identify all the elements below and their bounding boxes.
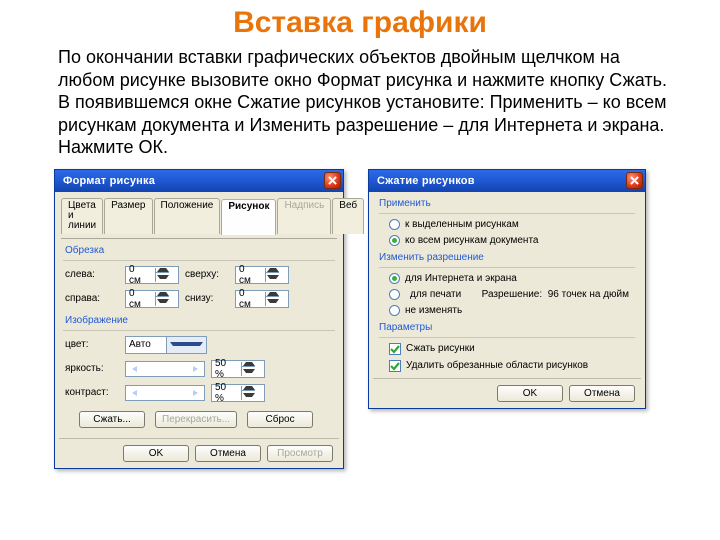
- dialog1-title: Формат рисунка: [63, 175, 155, 187]
- radio-icon: [389, 235, 400, 246]
- compress-button[interactable]: Сжать...: [79, 411, 145, 428]
- dialog1-tabs: Цвета и линии Размер Положение Рисунок Н…: [59, 196, 339, 234]
- brightness-slider[interactable]: [125, 361, 205, 377]
- crop-right-label: справа:: [65, 293, 119, 304]
- checkbox-delete-cropped[interactable]: Удалить обрезанные области рисунков: [373, 359, 641, 373]
- crop-bottom-field[interactable]: 0 см: [235, 290, 289, 308]
- tab-size[interactable]: Размер: [104, 198, 152, 234]
- checkbox-icon: [389, 360, 401, 372]
- dialog2-title: Сжатие рисунков: [377, 175, 475, 187]
- reset-button[interactable]: Сброс: [247, 411, 313, 428]
- radio-apply-all[interactable]: ко всем рисункам документа: [373, 234, 641, 247]
- ok-button[interactable]: OK: [497, 385, 563, 402]
- preview-button: Просмотр: [267, 445, 333, 462]
- compress-pictures-dialog: Сжатие рисунков Применить к выделенным р…: [368, 169, 646, 409]
- res-label: Разрешение:: [482, 289, 543, 300]
- cancel-button[interactable]: Отмена: [195, 445, 261, 462]
- brightness-field[interactable]: 50 %: [211, 360, 265, 378]
- crop-left-label: слева:: [65, 269, 119, 280]
- section-resolution-label: Изменить разрешение: [373, 250, 641, 263]
- radio-icon: [389, 289, 400, 300]
- color-dropdown[interactable]: Авто: [125, 336, 207, 354]
- checkbox-icon: [389, 343, 401, 355]
- cancel-button[interactable]: Отмена: [569, 385, 635, 402]
- crop-bottom-label: снизу:: [185, 293, 229, 304]
- radio-res-none[interactable]: не изменять: [373, 304, 641, 317]
- section-params-label: Параметры: [373, 320, 641, 333]
- recolor-button: Перекрасить...: [155, 411, 237, 428]
- tab-caption: Надпись: [277, 198, 331, 234]
- section-apply-label: Применить: [373, 196, 641, 209]
- instruction-paragraph: По окончании вставки графических объекто…: [0, 46, 720, 159]
- crop-top-field[interactable]: 0 см: [235, 266, 289, 284]
- radio-icon: [389, 219, 400, 230]
- format-picture-dialog: Формат рисунка Цвета и линии Размер Поло…: [54, 169, 344, 469]
- color-label: цвет:: [65, 339, 119, 350]
- contrast-slider[interactable]: [125, 385, 205, 401]
- crop-left-field[interactable]: 0 см: [125, 266, 179, 284]
- tab-web[interactable]: Веб: [332, 198, 364, 234]
- checkbox-compress[interactable]: Сжать рисунки: [373, 342, 641, 356]
- section-crop-label: Обрезка: [59, 243, 339, 256]
- chevron-down-icon: [166, 337, 207, 353]
- close-icon[interactable]: [324, 172, 341, 189]
- radio-icon: [389, 305, 400, 316]
- dialog1-titlebar: Формат рисунка: [55, 170, 343, 192]
- contrast-field[interactable]: 50 %: [211, 384, 265, 402]
- close-icon[interactable]: [626, 172, 643, 189]
- section-image-label: Изображение: [59, 313, 339, 326]
- brightness-label: яркость:: [65, 363, 119, 374]
- radio-apply-selected[interactable]: к выделенным рисункам: [373, 218, 641, 231]
- crop-right-field[interactable]: 0 см: [125, 290, 179, 308]
- radio-res-web[interactable]: для Интернета и экрана: [373, 272, 641, 285]
- radio-res-print[interactable]: для печати: [410, 289, 461, 300]
- page-title: Вставка графики: [0, 6, 720, 40]
- dialog2-titlebar: Сжатие рисунков: [369, 170, 645, 192]
- tab-colors-lines[interactable]: Цвета и линии: [61, 198, 103, 234]
- radio-icon: [389, 273, 400, 284]
- ok-button[interactable]: OK: [123, 445, 189, 462]
- contrast-label: контраст:: [65, 387, 119, 398]
- crop-top-label: сверху:: [185, 269, 229, 280]
- tab-picture[interactable]: Рисунок: [221, 199, 276, 235]
- res-value: 96 точек на дюйм: [548, 289, 629, 300]
- tab-position[interactable]: Положение: [154, 198, 221, 234]
